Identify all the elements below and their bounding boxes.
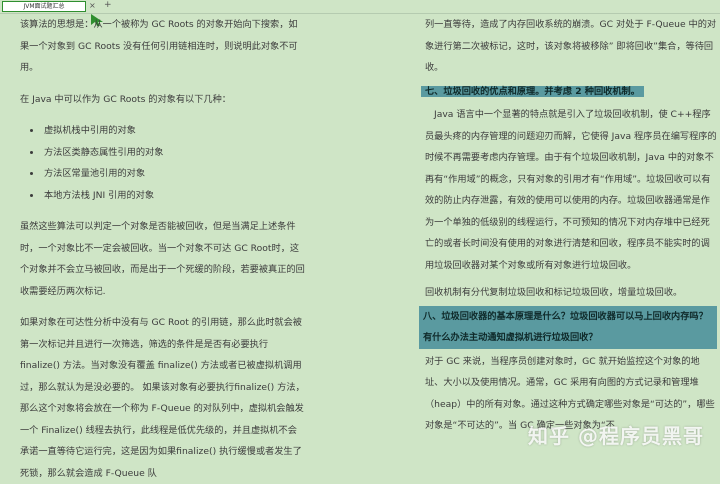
section-heading-7: 七、垃圾回收的优点和原理。并考虑 2 种回收机制。 bbox=[419, 81, 717, 103]
paragraph: Java 语言中一个显著的特点就是引入了垃圾回收机制，使 C++程序员最头疼的内… bbox=[425, 109, 717, 271]
left-column: 该算法的思想是：从一个被称为 GC Roots 的对象开始向下搜索，如果一个对象… bbox=[20, 14, 306, 484]
paragraph: 如果对象在可达性分析中没有与 GC Root 的引用链，那么此时就会被第一次标记… bbox=[20, 317, 305, 479]
list-item: 方法区常量池引用的对象 bbox=[42, 163, 306, 185]
tab-bar: JVM面试题汇总 × + bbox=[0, 0, 720, 14]
heading-text: 七、垃圾回收的优点和原理。并考虑 2 种回收机制。 bbox=[421, 85, 644, 97]
paragraph: 在 Java 中可以作为 GC Roots 的对象有以下几种： bbox=[20, 93, 231, 105]
paragraph: 回收机制有分代复制垃圾回收和标记垃圾回收，增量垃圾回收。 bbox=[425, 287, 683, 298]
add-tab-icon[interactable]: + bbox=[104, 0, 112, 11]
paragraph: 该算法的思想是：从一个被称为 GC Roots 的对象开始向下搜索，如果一个对象… bbox=[20, 19, 298, 73]
list-item: 本地方法栈 JNI 引用的对象 bbox=[42, 185, 306, 207]
list-item: 虚拟机栈中引用的对象 bbox=[42, 120, 306, 142]
heading-text: 八、垃圾回收器的基本原理是什么？垃圾回收器可以马上回收内存吗？有什么办法主动通知… bbox=[423, 310, 708, 344]
tab-title: JVM面试题汇总 bbox=[23, 3, 65, 10]
watermark: 知乎 @程序员黑哥 bbox=[528, 424, 704, 448]
right-column: 列一直等待，造成了内存回收系统的崩溃。GC 对处于 F-Queue 中的对象进行… bbox=[419, 14, 717, 437]
tab-document[interactable]: JVM面试题汇总 bbox=[2, 1, 86, 12]
close-icon[interactable]: × bbox=[89, 1, 96, 11]
section-heading-8: 八、垃圾回收器的基本原理是什么？垃圾回收器可以马上回收内存吗？有什么办法主动通知… bbox=[419, 305, 717, 349]
list-item: 方法区类静态属性引用的对象 bbox=[42, 142, 306, 164]
paragraph: 列一直等待，造成了内存回收系统的崩溃。GC 对处于 F-Queue 中的对象进行… bbox=[425, 19, 717, 73]
gc-roots-list: 虚拟机栈中引用的对象 方法区类静态属性引用的对象 方法区常量池引用的对象 本地方… bbox=[20, 120, 306, 206]
paragraph: 虽然这些算法可以判定一个对象是否能被回收，但是当满足上述条件时，一个对象比不一定… bbox=[20, 221, 305, 297]
